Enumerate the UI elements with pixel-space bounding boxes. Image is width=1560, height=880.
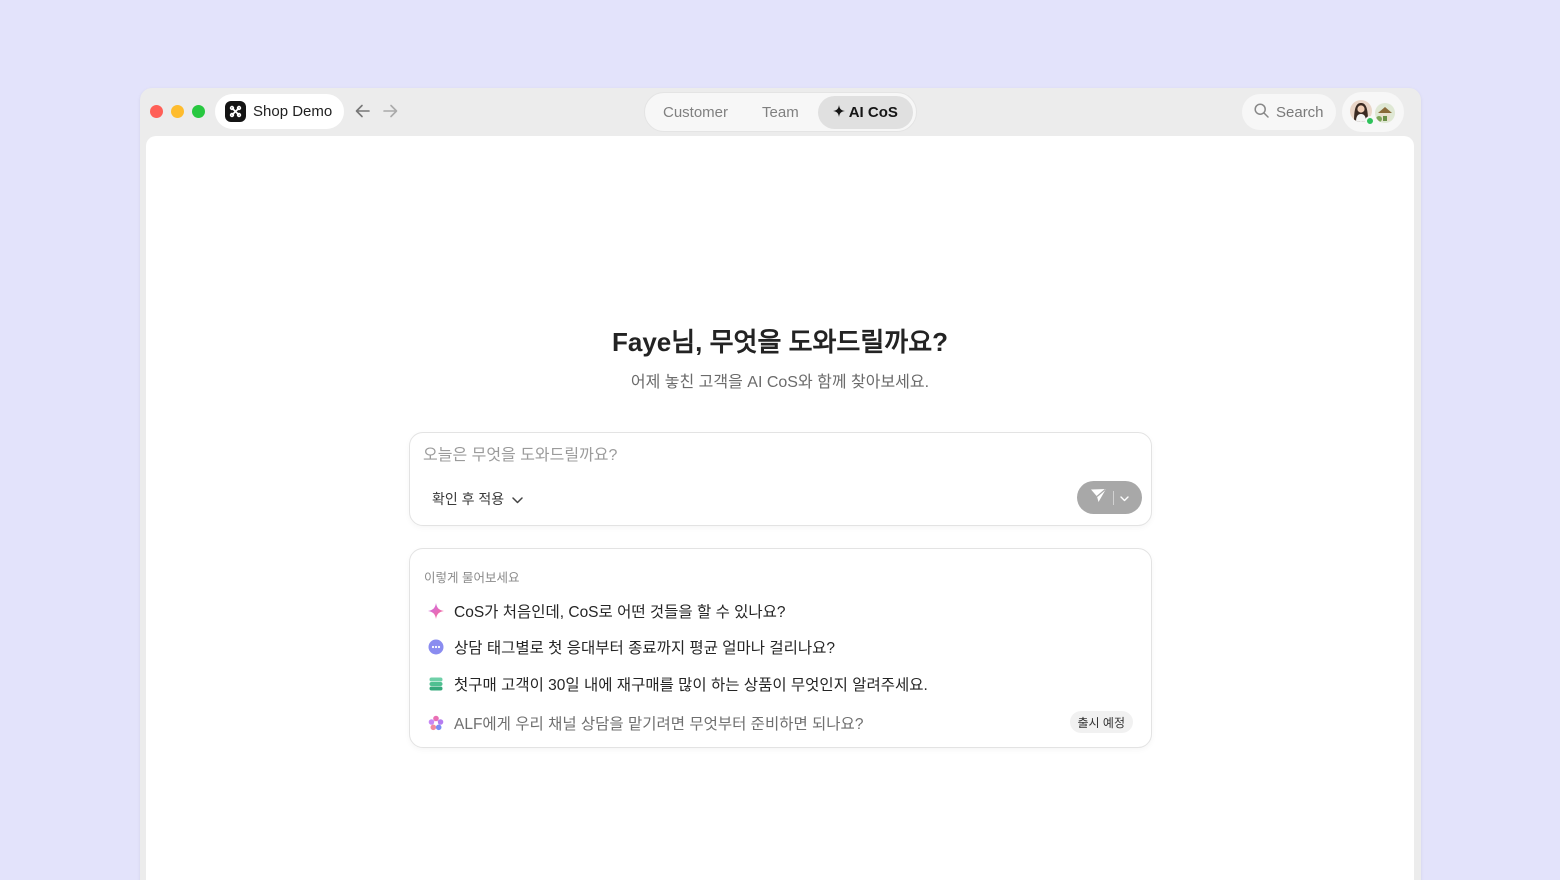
tab-customer-label: Customer [663, 103, 729, 121]
suggestion-item[interactable]: 첫구매 고객이 30일 내에 재구매를 많이 하는 상품이 무엇인지 알려주세요… [428, 673, 928, 695]
page-subtitle: 어제 놓친 고객을 AI CoS와 함께 찾아보세요. [630, 374, 930, 391]
suggestion-title: 이렇게 물어보세요 [424, 571, 520, 585]
tab-team[interactable]: Team [747, 96, 814, 129]
send-options-chevron-icon[interactable] [1120, 489, 1129, 507]
suggestion-text: CoS가 처음인데, CoS로 어떤 것들을 할 수 있나요? [454, 604, 786, 621]
main-content: Faye님, 무엇을 도와드릴까요? 어제 놓친 고객을 AI CoS와 함께 … [146, 136, 1414, 880]
suggestion-item[interactable]: 상담 태그별로 첫 응대부터 종료까지 평균 얼마나 걸리나요? [428, 636, 835, 658]
online-status-indicator [1365, 116, 1375, 126]
prompt-input[interactable] [423, 447, 1023, 465]
sparkle-icon [428, 603, 444, 619]
history-nav [354, 102, 398, 120]
send-button[interactable] [1077, 481, 1142, 514]
workspace-name: Shop Demo [253, 103, 333, 120]
main-tabs: Customer Team AI CoS [644, 92, 917, 132]
window-controls [150, 105, 205, 118]
workspace-logo-icon [225, 101, 246, 122]
apply-mode-label: 확인 후 적용 [432, 491, 505, 507]
app-window: Shop Demo Customer Team AI CoS Search Fa… [140, 88, 1421, 880]
account-menu[interactable] [1342, 92, 1404, 132]
apply-mode-dropdown[interactable]: 확인 후 적용 [432, 489, 523, 509]
suggestion-item-coming-soon: ALF에게 우리 채널 상담을 맡기려면 무엇부터 준비하면 되나요? [428, 712, 863, 734]
tab-ai-cos[interactable]: AI CoS [817, 95, 913, 129]
send-icon [1090, 488, 1107, 508]
chevron-down-icon [512, 491, 523, 507]
coming-soon-badge: 출시 예정 [1069, 711, 1133, 733]
search-button[interactable]: Search [1242, 94, 1336, 130]
tab-customer[interactable]: Customer [648, 96, 743, 129]
flower-icon [428, 715, 444, 731]
forward-arrow-icon[interactable] [382, 102, 398, 120]
prompt-composer: 확인 후 적용 [409, 432, 1152, 526]
send-divider [1113, 490, 1114, 505]
sparkle-icon [832, 104, 845, 121]
page-title: Faye님, 무엇을 도와드릴까요? [611, 327, 948, 357]
workspace-switcher[interactable]: Shop Demo [215, 94, 345, 129]
suggestion-text: ALF에게 우리 채널 상담을 맡기려면 무엇부터 준비하면 되나요? [454, 716, 864, 733]
minimize-window-button[interactable] [171, 105, 184, 118]
suggestion-panel: 이렇게 물어보세요 CoS가 처음인데, CoS로 어떤 것들을 할 수 있나요… [409, 548, 1152, 748]
tab-team-label: Team [762, 103, 799, 121]
search-label: Search [1276, 103, 1324, 121]
database-icon [428, 676, 444, 692]
chat-bubble-icon [428, 639, 444, 655]
workspace-avatar [1375, 103, 1395, 123]
tab-ai-cos-label: AI CoS [848, 103, 898, 121]
back-arrow-icon[interactable] [354, 102, 370, 120]
search-icon [1254, 102, 1269, 122]
maximize-window-button[interactable] [192, 105, 205, 118]
suggestion-text: 상담 태그별로 첫 응대부터 종료까지 평균 얼마나 걸리나요? [454, 640, 836, 657]
suggestion-text: 첫구매 고객이 30일 내에 재구매를 많이 하는 상품이 무엇인지 알려주세요… [454, 677, 928, 694]
close-window-button[interactable] [150, 105, 163, 118]
suggestion-item[interactable]: CoS가 처음인데, CoS로 어떤 것들을 할 수 있나요? [428, 600, 786, 622]
